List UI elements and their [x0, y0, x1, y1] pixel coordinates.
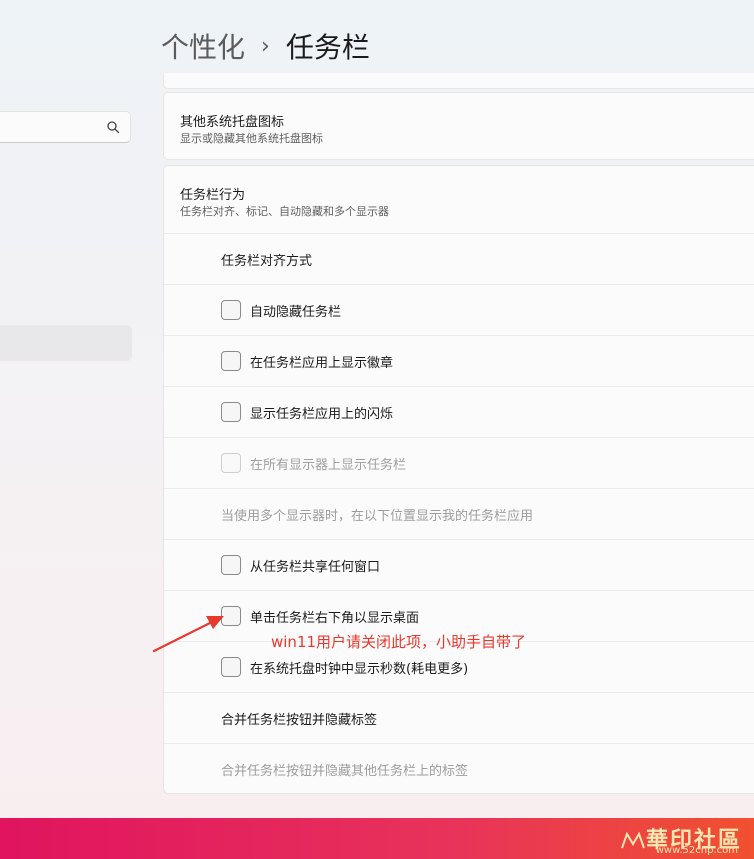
navigation-pane [0, 0, 150, 818]
setting-label: 自动隐藏任务栏 [250, 304, 342, 320]
card-description: 显示或隐藏其他系统托盘图标 [180, 132, 323, 145]
setting-label: 在任务栏应用上显示徽章 [250, 355, 394, 371]
watermark-url: www.52cnp.com [655, 845, 738, 856]
auto-hide-checkbox[interactable] [221, 300, 241, 320]
setting-label: 当使用多个显示器时，在以下位置显示我的任务栏应用 [221, 508, 534, 524]
setting-row-auto-hide: 自动隐藏任务栏 [164, 284, 754, 335]
setting-row-share-window: 从任务栏共享任何窗口 [164, 539, 754, 590]
watermark-logo-icon [621, 831, 645, 849]
setting-label: 单击任务栏右下角以显示桌面 [250, 610, 420, 626]
annotation-text: win11用户请关闭此项，小助手自带了 [271, 633, 527, 651]
search-icon[interactable] [106, 120, 120, 134]
search-box[interactable] [0, 111, 131, 143]
setting-label: 从任务栏共享任何窗口 [250, 559, 381, 575]
setting-row-badges: 在任务栏应用上显示徽章 [164, 335, 754, 386]
badges-checkbox[interactable] [221, 351, 241, 371]
card-description: 任务栏对齐、标记、自动隐藏和多个显示器 [180, 205, 389, 218]
search-input[interactable] [0, 112, 100, 142]
all-displays-checkbox [221, 453, 241, 473]
breadcrumb-separator: › [261, 33, 270, 59]
other-tray-icons-card[interactable]: 其他系统托盘图标 显示或隐藏其他系统托盘图标 [163, 92, 754, 160]
setting-label: 在所有显示器上显示任务栏 [250, 457, 407, 473]
setting-row-multi-display-location: 当使用多个显示器时，在以下位置显示我的任务栏应用 [164, 488, 754, 539]
setting-label: 合并任务栏按钮并隐藏其他任务栏上的标签 [221, 763, 469, 779]
breadcrumb: 个性化 › 任务栏 [161, 26, 370, 66]
annotation-arrow-icon [152, 616, 224, 653]
page-title: 任务栏 [285, 31, 370, 64]
setting-label: 在系统托盘时钟中显示秒数(耗电更多) [250, 661, 469, 677]
setting-label: 合并任务栏按钮并隐藏标签 [221, 712, 378, 728]
breadcrumb-parent[interactable]: 个性化 [161, 26, 245, 66]
share-window-checkbox[interactable] [221, 555, 241, 575]
setting-row-alignment[interactable]: 任务栏对齐方式 [164, 233, 754, 284]
setting-row-all-displays: 在所有显示器上显示任务栏 [164, 437, 754, 488]
card-title: 任务栏行为 [180, 188, 246, 203]
setting-label: 显示任务栏应用上的闪烁 [250, 406, 394, 422]
watermark: 華印社區 www.52cnp.com [618, 822, 748, 858]
card-title: 其他系统托盘图标 [180, 115, 285, 130]
flashing-checkbox[interactable] [221, 402, 241, 422]
setting-row-combine-other-taskbars[interactable]: 合并任务栏按钮并隐藏其他任务栏上的标签 [164, 743, 754, 794]
clock-seconds-checkbox[interactable] [221, 657, 241, 677]
nav-item-personalization-selected[interactable] [0, 325, 132, 361]
setting-row-flashing: 显示任务栏应用上的闪烁 [164, 386, 754, 437]
previous-card-edge [163, 73, 754, 89]
taskbar-behavior-card: 任务栏行为 任务栏对齐、标记、自动隐藏和多个显示器 任务栏对齐方式 自动隐藏任务… [163, 165, 754, 794]
setting-row-combine-buttons[interactable]: 合并任务栏按钮并隐藏标签 [164, 692, 754, 743]
setting-label: 任务栏对齐方式 [221, 253, 313, 269]
